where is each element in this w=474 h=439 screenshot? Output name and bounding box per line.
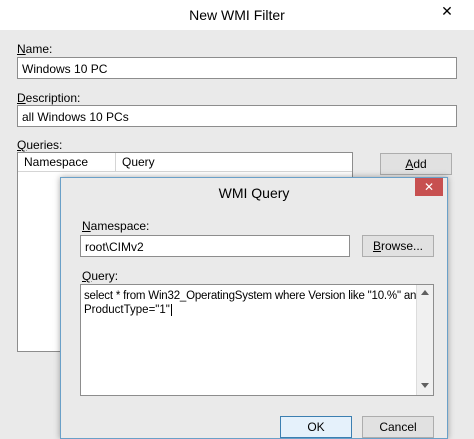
query-title: WMI Query <box>218 185 290 201</box>
column-header-namespace[interactable]: Namespace <box>18 153 116 172</box>
filter-title: New WMI Filter <box>189 7 285 23</box>
name-field[interactable]: Windows 10 PC <box>17 57 457 79</box>
query-close-button[interactable]: ✕ <box>415 178 443 196</box>
name-label: Name: <box>17 42 53 56</box>
column-header-query[interactable]: Query <box>116 153 352 172</box>
queries-label: Queries: <box>17 138 63 152</box>
cancel-button[interactable]: Cancel <box>362 416 434 438</box>
query-label: Query: <box>82 269 119 283</box>
scroll-down-icon[interactable] <box>421 383 429 388</box>
query-text-line-1: select * from Win32_OperatingSystem wher… <box>84 290 423 302</box>
queries-list-header: Namespace Query <box>18 153 352 172</box>
query-text-line-2: ProductType="1" <box>84 304 172 316</box>
query-textarea[interactable]: select * from Win32_OperatingSystem wher… <box>80 284 434 396</box>
close-icon: ✕ <box>423 180 435 194</box>
description-label: Description: <box>17 91 81 105</box>
filter-close-button[interactable]: ✕ <box>436 2 458 20</box>
add-button[interactable]: Add <box>380 153 452 175</box>
browse-button[interactable]: Browse... <box>362 235 434 257</box>
namespace-field[interactable]: root\CIMv2 <box>80 235 350 257</box>
close-icon: ✕ <box>441 3 453 19</box>
scroll-up-icon[interactable] <box>421 290 429 295</box>
description-field[interactable]: all Windows 10 PCs <box>17 105 457 127</box>
ok-button[interactable]: OK <box>280 416 352 438</box>
wmi-query-dialog: WMI Query ✕ Namespace: root\CIMv2 Browse… <box>60 177 448 439</box>
namespace-label: Namespace: <box>82 219 150 233</box>
query-scrollbar[interactable] <box>416 285 433 395</box>
